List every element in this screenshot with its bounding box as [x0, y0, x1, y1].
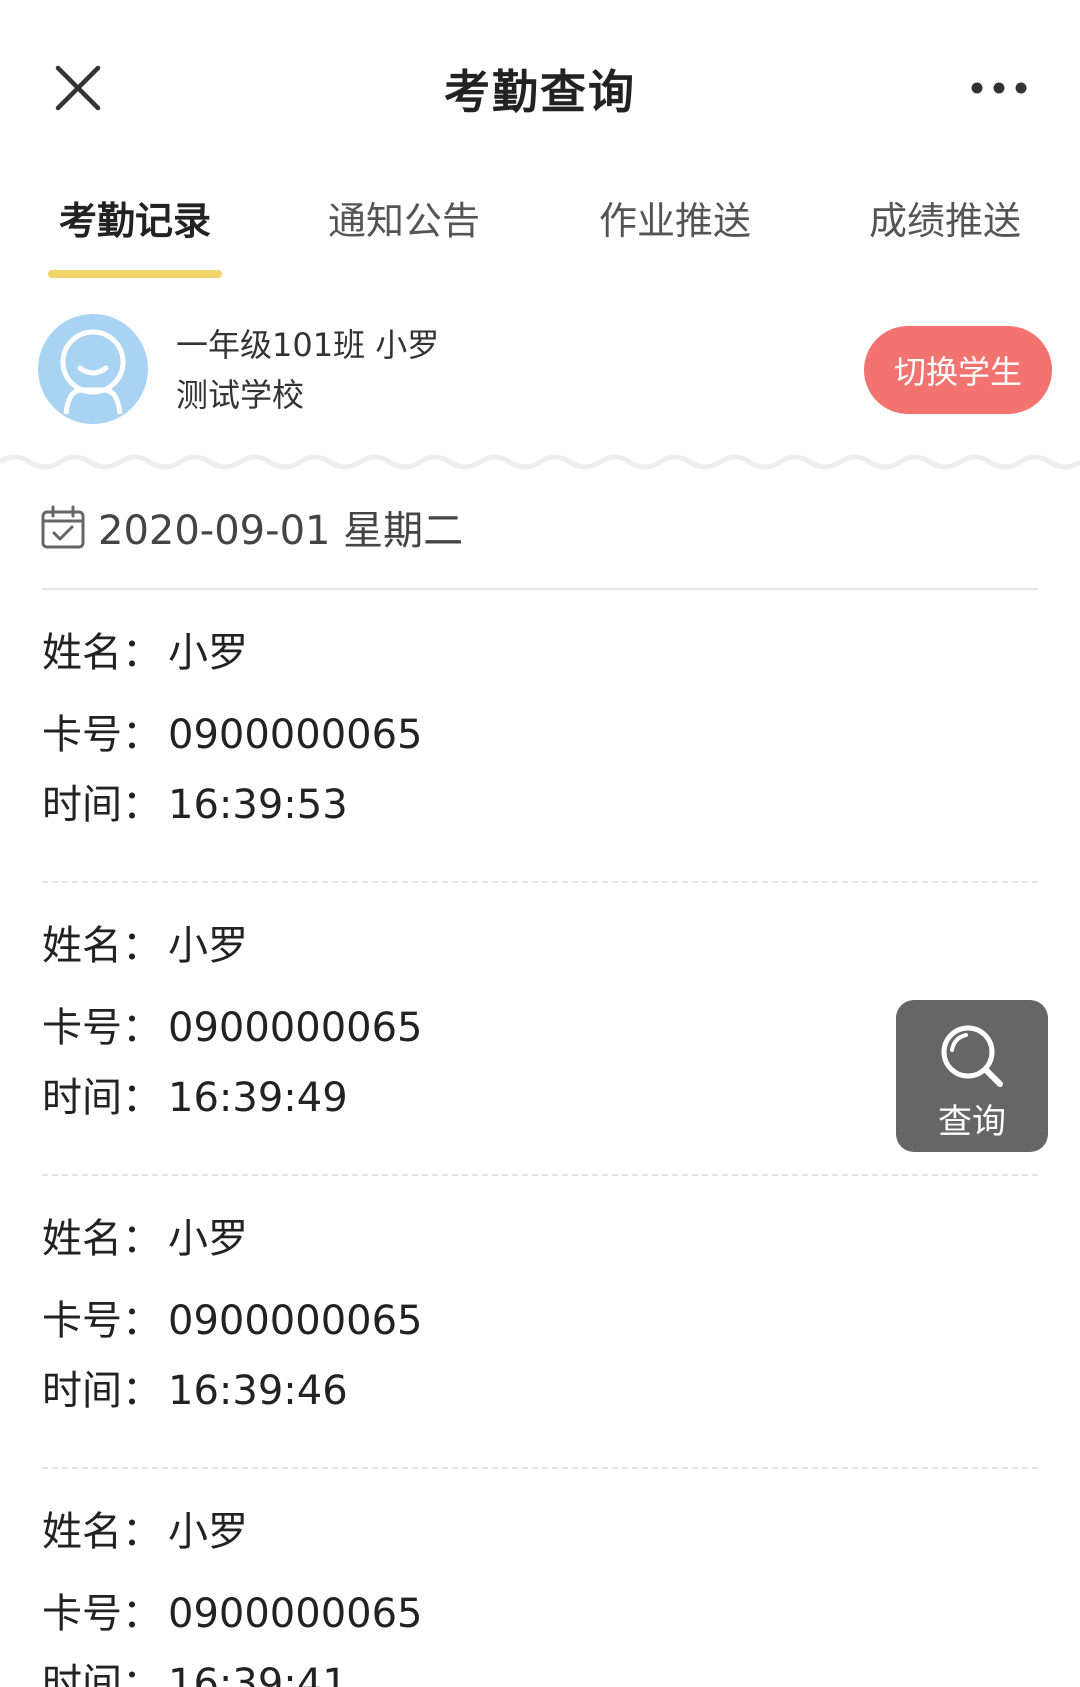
student-class-name: 一年级101班 小罗 [176, 326, 440, 364]
attendance-record: 姓名： 小罗 卡号： 0900000065 时间： 16:39:49 [42, 883, 1038, 1176]
time-label: 时间： [42, 1661, 162, 1687]
name-label: 姓名： [42, 1509, 162, 1555]
record-time: 16:39:46 [168, 1368, 348, 1414]
time-label: 时间： [42, 782, 162, 828]
avatar [38, 314, 148, 424]
record-time: 16:39:53 [168, 782, 348, 828]
card-label: 卡号： [42, 1005, 162, 1051]
top-bar: 考勤查询 [0, 0, 1080, 170]
user-avatar-icon [60, 329, 126, 415]
record-card: 0900000065 [168, 712, 423, 758]
query-label: 查询 [938, 1102, 1006, 1142]
page-title: 考勤查询 [444, 65, 636, 119]
tab-grades[interactable]: 成绩推送 [845, 190, 1045, 245]
card-label: 卡号： [42, 712, 162, 758]
name-label: 姓名： [42, 923, 162, 969]
time-label: 时间： [42, 1075, 162, 1121]
attendance-record: 姓名： 小罗 卡号： 0900000065 时间： 16:39:53 [42, 590, 1038, 883]
search-icon [941, 1025, 1003, 1087]
record-time: 16:39:41 [168, 1661, 348, 1687]
wave-divider [0, 454, 1080, 470]
record-name: 小罗 [168, 1216, 248, 1262]
time-label: 时间： [42, 1368, 162, 1414]
tab-attendance-records[interactable]: 考勤记录 [35, 190, 235, 245]
card-label: 卡号： [42, 1591, 162, 1637]
tab-bar: 考勤记录 通知公告 作业推送 成绩推送 [0, 180, 1080, 280]
record-name: 小罗 [168, 1509, 248, 1555]
active-tab-indicator [48, 270, 222, 278]
record-card: 0900000065 [168, 1005, 423, 1051]
attendance-record: 姓名： 小罗 卡号： 0900000065 时间： 16:39:41 [42, 1469, 1038, 1687]
record-card: 0900000065 [168, 1591, 423, 1637]
attendance-page: 考勤查询 考勤记录 通知公告 作业推送 成绩推送 一年级101班 小罗 测试学校… [0, 0, 1080, 1687]
name-label: 姓名： [42, 1216, 162, 1262]
card-label: 卡号： [42, 1298, 162, 1344]
query-button[interactable]: 查询 [896, 1000, 1048, 1152]
calendar-check-icon [41, 505, 85, 549]
more-dots-icon [971, 82, 1027, 94]
date-label: 2020-09-01 星期二 [98, 508, 464, 554]
record-time: 16:39:49 [168, 1075, 348, 1121]
date-row[interactable]: 2020-09-01 星期二 [40, 498, 1040, 558]
switch-student-button[interactable]: 切换学生 [864, 326, 1052, 414]
record-name: 小罗 [168, 923, 248, 969]
more-button[interactable] [970, 76, 1028, 100]
attendance-record: 姓名： 小罗 卡号： 0900000065 时间： 16:39:46 [42, 1176, 1038, 1469]
tab-notices[interactable]: 通知公告 [304, 190, 504, 245]
name-label: 姓名： [42, 630, 162, 676]
student-school: 测试学校 [176, 376, 305, 414]
student-info: 一年级101班 小罗 测试学校 切换学生 [0, 300, 1080, 440]
record-name: 小罗 [168, 630, 248, 676]
record-card: 0900000065 [168, 1298, 423, 1344]
tab-homework[interactable]: 作业推送 [575, 190, 775, 245]
